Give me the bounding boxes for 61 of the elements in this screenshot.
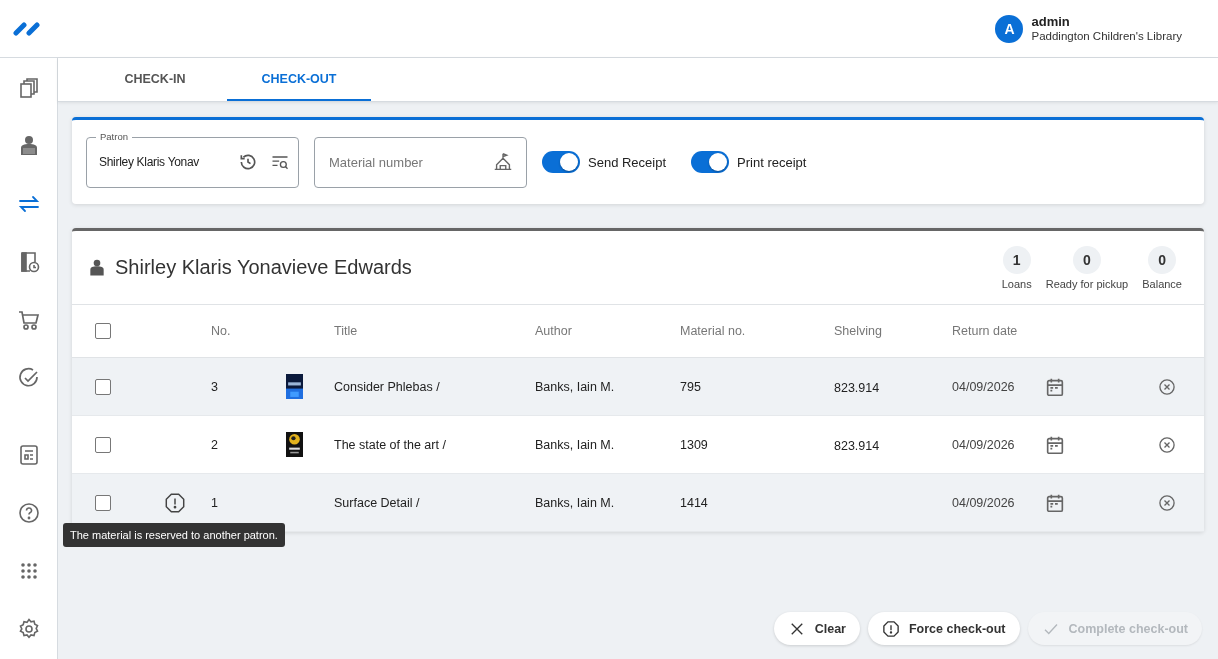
- remove-icon[interactable]: [1157, 376, 1177, 397]
- return-date-cell-text: 04/09/2026: [952, 437, 1016, 452]
- number-cell-text: 3: [211, 379, 219, 394]
- warning-icon: [881, 619, 900, 638]
- check-circle-icon[interactable]: [16, 366, 41, 390]
- column-header: No.: [211, 324, 232, 338]
- building-icon[interactable]: [492, 151, 514, 173]
- column-header: Author: [535, 324, 573, 338]
- toggle-label: Print receipt: [737, 154, 807, 170]
- stat-count: 1: [1002, 245, 1031, 274]
- shelving-cell: 823.914: [834, 380, 880, 395]
- row-checkbox[interactable]: [95, 494, 111, 511]
- reader-icon: [87, 257, 107, 278]
- title-cell-text: Surface Detail /: [334, 495, 421, 510]
- tooltip: The material is reserved to another patron.: [63, 523, 285, 547]
- user-name: admin: [1031, 14, 1071, 29]
- material-number-cell-text: 1309: [680, 437, 709, 452]
- author-cell-text: Banks, Iain M.: [535, 437, 616, 452]
- material-number-cell-text: 1414: [680, 495, 709, 510]
- toggle-label: Send Receipt: [588, 154, 667, 170]
- warning-icon[interactable]: [164, 491, 186, 514]
- remove-icon[interactable]: [1157, 492, 1177, 513]
- material-input[interactable]: Material number: [327, 153, 482, 171]
- column-header: Title: [334, 324, 359, 338]
- stat-label: Ready for pickup: [1045, 277, 1129, 290]
- history-icon[interactable]: [238, 152, 258, 172]
- material-number-field[interactable]: Material number: [314, 136, 527, 188]
- return-date-cell-text: 04/09/2026: [952, 495, 1016, 510]
- cart-icon[interactable]: [16, 308, 41, 332]
- field-value: Shirley Klaris Yonav: [99, 155, 201, 169]
- author-cell-text: Banks, Iain M.: [535, 495, 616, 510]
- stat-label: Balance: [1142, 277, 1182, 290]
- toggle-switch[interactable]: [542, 151, 580, 173]
- settings-icon[interactable]: [16, 617, 41, 641]
- number-cell-text: 2: [211, 437, 219, 452]
- title-cell-text: Consider Phlebas /: [334, 379, 441, 394]
- library-name: Paddington Children's Library: [1031, 28, 1182, 43]
- row-checkbox[interactable]: [95, 378, 111, 395]
- return-date-cell-text: 04/09/2026: [952, 379, 1016, 394]
- author-cell-text: Banks, Iain M.: [535, 379, 616, 394]
- stat-count: 0: [1072, 245, 1101, 274]
- remove-icon[interactable]: [1157, 434, 1177, 455]
- column-header: Material no.: [680, 324, 747, 338]
- row-checkbox[interactable]: [95, 436, 111, 453]
- select-all-checkbox[interactable]: [95, 323, 111, 339]
- column-header: Shelving: [834, 324, 883, 338]
- shelving-cell: 823.914: [834, 438, 880, 453]
- user-avatar[interactable]: A: [995, 14, 1024, 43]
- material-number-cell-text: 795: [680, 379, 702, 394]
- stat-count: 0: [1148, 245, 1177, 274]
- stat-label: Loans: [1001, 277, 1032, 290]
- column-header: Return date: [952, 324, 1019, 338]
- patron-name: Shirley Klaris Yonavieve Edwards: [115, 256, 413, 279]
- number-cell-text: 1: [211, 495, 219, 510]
- toggle-switch[interactable]: [691, 151, 730, 173]
- clear-button[interactable]: Clear: [773, 612, 860, 645]
- tab[interactable]: CHECK-IN: [83, 58, 227, 101]
- title-cell-text: The state of the art /: [334, 437, 447, 452]
- help-icon[interactable]: [16, 501, 41, 525]
- force-check-out-button[interactable]: Force check-out: [867, 612, 1020, 645]
- tab[interactable]: CHECK-OUT: [227, 58, 371, 101]
